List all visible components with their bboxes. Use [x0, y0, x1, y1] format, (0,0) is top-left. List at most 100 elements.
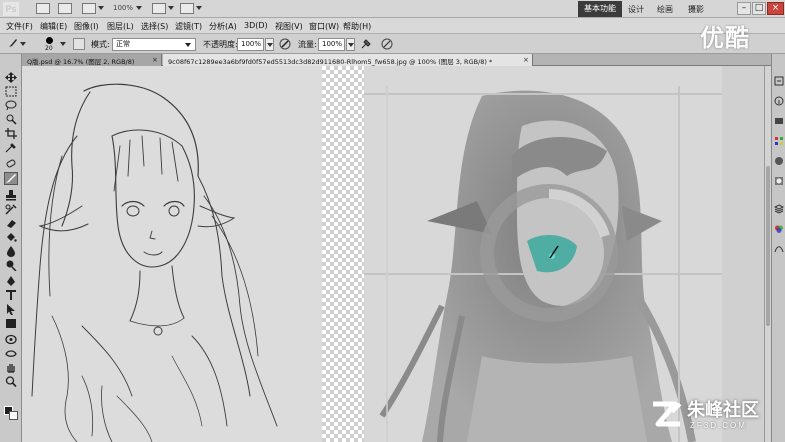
menu-image[interactable]: 图像(I) — [74, 21, 99, 32]
tab-q-psd-label: Q版.psd @ 16.7% (图层 2, RGB/8) — [27, 58, 135, 66]
photoshop-logo: Ps — [3, 2, 19, 16]
workspace-painting-button[interactable]: 绘画 — [657, 4, 673, 15]
blend-mode-select[interactable]: 正常 — [112, 38, 196, 51]
marquee-tool-icon[interactable] — [5, 86, 17, 97]
history-panel-icon[interactable] — [774, 76, 784, 86]
workspace-design-button[interactable]: 设计 — [628, 4, 644, 15]
brush-panel-toggle-button[interactable] — [73, 38, 85, 50]
crop-tool-icon[interactable] — [5, 128, 17, 139]
paint-bucket-tool-icon[interactable] — [5, 232, 17, 243]
masks-panel-icon[interactable] — [774, 176, 784, 186]
menu-window[interactable]: 窗口(W) — [309, 21, 339, 32]
vertical-scrollbar-thumb[interactable] — [766, 166, 770, 326]
view-extras-dropdown-icon[interactable] — [98, 6, 104, 10]
tab-reference-jpg[interactable]: 9c08f67c1289ee3a6bf9fd0f57ed5513dc3d82d9… — [163, 54, 533, 66]
opacity-slider-button[interactable] — [265, 38, 274, 51]
brush-picker-dropdown-icon[interactable] — [60, 42, 66, 46]
brush-size-value: 20 — [45, 45, 53, 52]
tab-reference-jpg-close-icon[interactable]: × — [523, 56, 529, 64]
dodge-tool-icon[interactable] — [5, 260, 17, 272]
workspace-more-icon[interactable]: » — [690, 3, 696, 13]
history-brush-tool-icon[interactable] — [5, 204, 17, 215]
tool-preset-picker[interactable] — [5, 37, 27, 51]
flow-slider-button[interactable] — [346, 38, 355, 51]
brand-name-en: ZF3D.COM — [690, 421, 747, 430]
clone-stamp-tool-icon[interactable] — [5, 190, 17, 201]
brand-name-cn: 朱峰社区 — [687, 400, 759, 421]
menu-view[interactable]: 视图(V) — [275, 21, 303, 32]
close-button[interactable]: × — [767, 2, 784, 15]
mini-bridge-icon[interactable] — [58, 3, 72, 14]
tool-options-bar: 20 模式: 正常 不透明度: 100% 流量: 100% — [0, 34, 785, 54]
quick-selection-tool-icon[interactable] — [5, 114, 17, 125]
arrange-documents-icon[interactable] — [152, 3, 166, 14]
brush-preset-picker[interactable]: 20 — [42, 36, 56, 52]
menu-edit[interactable]: 编辑(E) — [40, 21, 67, 32]
bridge-icon[interactable] — [36, 3, 50, 14]
background-color-swatch[interactable] — [9, 411, 18, 420]
brand-logo-icon — [653, 401, 682, 427]
type-tool-icon[interactable] — [5, 290, 17, 301]
flow-input[interactable]: 100% — [318, 38, 345, 51]
workspace-essentials-button[interactable]: 基本功能 — [578, 1, 622, 17]
screen-mode-dropdown-icon[interactable] — [196, 6, 202, 10]
opacity-input[interactable]: 100% — [237, 38, 264, 51]
panel-dock — [771, 54, 785, 442]
eraser-tool-icon[interactable] — [5, 218, 17, 229]
info-panel-icon[interactable] — [774, 96, 784, 106]
menu-3d[interactable]: 3D(D) — [244, 21, 268, 30]
minimize-button[interactable]: – — [737, 2, 751, 15]
menu-filter[interactable]: 滤镜(T) — [175, 21, 202, 32]
menu-bar: 文件(F) 编辑(E) 图像(I) 图层(L) 选择(S) 滤镜(T) 分析(A… — [0, 18, 785, 34]
3d-camera-tool-icon[interactable] — [5, 348, 17, 359]
menu-analysis[interactable]: 分析(A) — [209, 21, 237, 32]
path-selection-tool-icon[interactable] — [5, 304, 17, 315]
video-site-watermark: 优酷 — [700, 24, 750, 52]
brush-tip-preview — [46, 37, 53, 44]
pen-tool-icon[interactable] — [5, 276, 17, 287]
shape-tool-icon[interactable] — [5, 318, 17, 329]
menu-help[interactable]: 帮助(H) — [343, 21, 371, 32]
layers-panel-icon[interactable] — [774, 204, 784, 214]
hand-tool-icon[interactable] — [5, 362, 17, 373]
color-panel-icon[interactable] — [774, 116, 784, 126]
tab-q-psd-close-icon[interactable]: × — [152, 56, 158, 64]
menu-file[interactable]: 文件(F) — [6, 21, 33, 32]
mode-label: 模式: — [91, 40, 110, 49]
zoom-level[interactable]: 100% — [113, 4, 133, 12]
document-canvas[interactable] — [22, 66, 771, 442]
brand-watermark: 朱峰社区 ZF3D.COM — [650, 394, 785, 442]
adjustments-panel-icon[interactable] — [774, 156, 784, 166]
3d-rotate-tool-icon[interactable] — [5, 334, 17, 345]
eyedropper-tool-icon[interactable] — [5, 142, 17, 153]
healing-brush-tool-icon[interactable] — [5, 158, 17, 169]
restore-button[interactable]: □ — [752, 2, 766, 15]
tab-reference-jpg-label: 9c08f67c1289ee3a6bf9fd0f57ed5513dc3d82d9… — [168, 58, 493, 66]
sketch-document — [22, 66, 322, 442]
blur-tool-icon[interactable] — [5, 246, 17, 257]
menu-select[interactable]: 选择(S) — [141, 21, 168, 32]
opacity-label: 不透明度: — [203, 40, 238, 49]
vertical-scrollbar[interactable] — [764, 66, 771, 442]
swatches-panel-icon[interactable] — [774, 136, 784, 146]
transparent-area — [322, 66, 364, 442]
brush-icon — [9, 39, 17, 47]
flow-label: 流量: — [298, 40, 317, 49]
brush-tool-icon[interactable] — [4, 172, 18, 185]
screen-mode-icon[interactable] — [180, 3, 194, 14]
channels-panel-icon[interactable] — [774, 224, 784, 234]
tool-preset-dropdown-icon[interactable] — [20, 42, 26, 46]
pressure-size-icon[interactable] — [381, 38, 393, 50]
tab-q-psd[interactable]: Q版.psd @ 16.7% (图层 2, RGB/8) × — [22, 54, 162, 66]
view-extras-icon[interactable] — [82, 3, 96, 14]
tools-panel — [0, 54, 22, 442]
zoom-dropdown-icon[interactable] — [136, 6, 142, 10]
pressure-opacity-icon[interactable] — [279, 38, 291, 50]
paths-panel-icon[interactable] — [774, 244, 784, 254]
arrange-dropdown-icon[interactable] — [168, 6, 174, 10]
zoom-tool-icon[interactable] — [5, 376, 17, 388]
move-tool-icon[interactable] — [5, 72, 17, 83]
menu-layer[interactable]: 图层(L) — [107, 21, 134, 32]
lasso-tool-icon[interactable] — [5, 100, 17, 111]
airbrush-icon[interactable] — [360, 38, 372, 50]
